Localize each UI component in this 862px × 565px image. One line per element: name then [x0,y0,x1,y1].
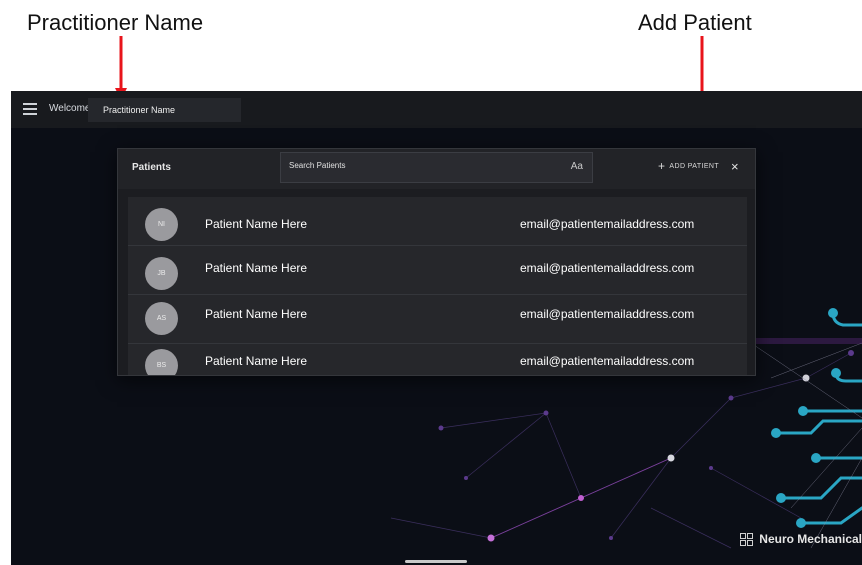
patient-name: Patient Name Here [205,261,308,275]
annotation-add-patient: Add Patient [638,10,752,35]
annotation-practitioner-name: Practitioner Name [27,10,204,35]
avatar: JB [145,257,178,290]
brand-logo: Neuro Mechanical [740,532,862,546]
welcome-text: Welcome [49,103,91,114]
patient-email: email@patientemailaddress.com [520,307,695,321]
avatar: AS [145,302,178,335]
practitioner-name-field[interactable]: Practitioner Name [88,98,241,122]
dialog-header: Patients Search Patients Aa + ADD PATIEN… [118,149,755,189]
patient-name: Patient Name Here [205,217,308,231]
add-patient-button[interactable]: + ADD PATIENT [658,159,720,173]
search-placeholder: Search Patients [289,161,346,170]
match-case-icon[interactable]: Aa [571,161,583,172]
patient-row[interactable]: AS Patient Name Here email@patientemaila… [128,295,747,344]
patient-row[interactable]: BS Patient Name Here email@patientemaila… [128,344,747,375]
patient-name: Patient Name Here [205,354,308,368]
patient-list: NI Patient Name Here email@patientemaila… [128,197,747,375]
patient-name: Patient Name Here [205,307,308,321]
add-patient-label: ADD PATIENT [669,162,720,170]
close-icon[interactable]: × [731,159,739,174]
patient-email: email@patientemailaddress.com [520,217,695,231]
patient-row[interactable]: NI Patient Name Here email@patientemaila… [128,197,747,246]
hamburger-menu-icon[interactable] [23,103,37,115]
app-window: Welcome Practitioner Name Patients Searc… [11,91,862,565]
patient-row[interactable]: JB Patient Name Here email@patientemaila… [128,246,747,295]
patient-email: email@patientemailaddress.com [520,354,695,368]
avatar: NI [145,208,178,241]
home-indicator [405,560,467,563]
grid-icon [740,532,754,546]
patients-dialog: Patients Search Patients Aa + ADD PATIEN… [117,148,756,376]
patient-email: email@patientemailaddress.com [520,261,695,275]
dialog-title: Patients [132,162,171,173]
plus-icon: + [658,159,666,173]
avatar: BS [145,349,178,375]
brand-name: Neuro Mechanical [759,532,862,546]
top-bar: Welcome Practitioner Name [11,91,862,128]
search-patients-input[interactable]: Search Patients Aa [280,152,593,183]
